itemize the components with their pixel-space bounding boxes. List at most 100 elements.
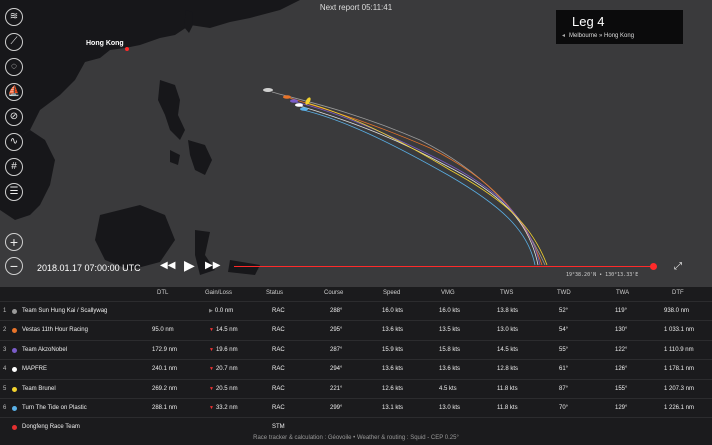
cell-tws: 11.8 kts bbox=[497, 385, 518, 392]
team-name[interactable]: MAPFRE bbox=[22, 366, 47, 372]
map-toolbar: ≋ ⟋ ◌ ⛵ ⊘ ∿ # ☰ bbox=[5, 8, 25, 208]
team-name[interactable]: Team AkzoNobel bbox=[22, 347, 67, 353]
cell-vmg: 13.0 kts bbox=[439, 405, 461, 411]
fullscreen-icon[interactable]: ⤢ bbox=[674, 261, 684, 272]
rank-number: 2 bbox=[3, 327, 7, 334]
triangle-down-icon: ▼ bbox=[209, 385, 214, 392]
boat-icon[interactable]: ⛵ bbox=[5, 83, 23, 101]
cell-vmg: 15.8 kts bbox=[439, 346, 461, 353]
col-course[interactable]: Course bbox=[324, 290, 343, 296]
table-row[interactable]: 6 Turn The Tide on Plastic ▼ 33.2 nm 288.1 n… bbox=[0, 398, 712, 418]
route-icon[interactable]: ⟋ bbox=[5, 33, 23, 51]
cell-speed: 15.9 kts bbox=[382, 346, 404, 353]
rank-number: 3 bbox=[3, 346, 7, 353]
col-gain-loss[interactable]: Gain/Loss bbox=[205, 290, 232, 296]
gain-loss-value: 20.7 nm bbox=[215, 366, 238, 373]
ranking-table: DTL Gain/Loss Status Course Speed VMG TW… bbox=[0, 287, 712, 445]
col-vmg[interactable]: VMG bbox=[441, 290, 455, 296]
col-dtf[interactable]: DTF bbox=[672, 290, 684, 296]
cell-twd: 70° bbox=[559, 405, 569, 411]
track-6 bbox=[302, 109, 536, 266]
triangle-down-icon: ▼ bbox=[209, 366, 214, 373]
col-dtl[interactable]: DTL bbox=[157, 290, 168, 296]
cell-status: RAC bbox=[272, 346, 285, 353]
cell-speed: 13.6 kts bbox=[382, 366, 404, 373]
cell-course: 221° bbox=[330, 385, 343, 392]
table-row[interactable]: 4 MAPFRE ▼ 20.7 nm 240.1 nm RAC 294° 13.6 kts 13… bbox=[0, 359, 712, 379]
zoom-in-button[interactable]: + bbox=[5, 233, 23, 251]
caret-left-icon[interactable]: ◂ bbox=[562, 33, 565, 39]
team-name[interactable]: Team Sun Hung Kai / Scallywag bbox=[22, 308, 107, 314]
measure-icon[interactable]: ◌ bbox=[5, 58, 23, 76]
team-color-dot bbox=[12, 309, 17, 314]
gain-loss-cell: ▶ 0.0 nm bbox=[209, 308, 233, 314]
layer-off-icon[interactable]: ⊘ bbox=[5, 108, 23, 126]
rank-number: 5 bbox=[3, 385, 7, 392]
cell-status: RAC bbox=[272, 385, 285, 392]
track-5 bbox=[306, 102, 548, 266]
gain-loss-value: 14.5 nm bbox=[215, 327, 238, 334]
col-tws[interactable]: TWS bbox=[500, 290, 513, 296]
cell-speed: 13.6 kts bbox=[382, 327, 404, 334]
cell-course: 295° bbox=[330, 327, 343, 334]
leg-route-label: Melbourne » Hong Kong bbox=[569, 33, 635, 39]
col-twa[interactable]: TWA bbox=[616, 290, 629, 296]
boat-vestas bbox=[283, 95, 291, 99]
cell-tws: 12.8 kts bbox=[497, 366, 519, 373]
table-row[interactable]: 3 Team AkzoNobel ▼ 19.6 nm 172.9 nm RAC 287° 15… bbox=[0, 339, 712, 360]
cell-speed: 12.6 kts bbox=[382, 385, 404, 392]
track-icon[interactable]: ∿ bbox=[5, 133, 23, 151]
cell-twd: 87° bbox=[559, 385, 569, 392]
team-color-dot bbox=[12, 386, 17, 392]
rewind-button[interactable]: ◀◀ bbox=[160, 260, 175, 271]
table-row[interactable]: 5 Team Brunel ▼ 20.5 nm 269.2 nm RAC 221° 12.6 … bbox=[0, 378, 712, 399]
track-2 bbox=[289, 97, 543, 266]
col-status[interactable]: Status bbox=[266, 290, 283, 296]
cell-course: 299° bbox=[330, 405, 343, 411]
cell-dtf: 1 033.1 nm bbox=[664, 327, 695, 334]
gain-loss-cell: ▼ 20.5 nm bbox=[209, 386, 238, 392]
grid-icon[interactable]: # bbox=[5, 158, 23, 176]
race-map[interactable]: Next report 05:11:41 Hong Kong Leg 4 ◂ Me… bbox=[0, 0, 712, 287]
cell-twa: 129° bbox=[615, 405, 628, 411]
triangle-down-icon: ▼ bbox=[209, 346, 214, 353]
gain-loss-cell: ▼ 33.2 nm bbox=[209, 405, 238, 411]
team-name[interactable]: Team Brunel bbox=[22, 386, 56, 392]
boat-scallywag bbox=[263, 88, 273, 92]
team-name[interactable]: Dongfeng Race Team bbox=[22, 424, 80, 430]
leg-panel[interactable]: Leg 4 ◂ Melbourne » Hong Kong bbox=[556, 10, 683, 44]
col-speed[interactable]: Speed bbox=[383, 290, 400, 296]
cell-speed: 16.0 kts bbox=[382, 308, 404, 314]
list-icon[interactable]: ☰ bbox=[5, 183, 23, 201]
leg-route[interactable]: ◂ Melbourne » Hong Kong bbox=[562, 32, 634, 39]
cell-status: RAC bbox=[272, 366, 285, 373]
play-button[interactable]: ▶ bbox=[184, 257, 195, 274]
gain-loss-cell: ▼ 19.6 nm bbox=[209, 347, 238, 353]
triangle-right-icon: ▶ bbox=[209, 308, 213, 314]
hong-kong-marker bbox=[125, 47, 129, 51]
cell-course: 288° bbox=[330, 308, 343, 314]
cell-tws: 11.8 kts bbox=[497, 405, 518, 411]
rank-number: 1 bbox=[3, 308, 7, 314]
cell-dtl: 269.2 nm bbox=[152, 385, 178, 392]
col-twd[interactable]: TWD bbox=[557, 290, 571, 296]
land-asia bbox=[0, 0, 300, 150]
table-row[interactable]: 2 Vestas 11th Hour Racing ▼ 14.5 nm 95.0 nm R… bbox=[0, 320, 712, 340]
cell-twa: 119° bbox=[615, 308, 627, 314]
table-row[interactable]: 1 Team Sun Hung Kai / Scallywag ▶ 0.0 nm RAC… bbox=[0, 301, 712, 321]
hong-kong-label: Hong Kong bbox=[86, 40, 124, 47]
team-name[interactable]: Vestas 11th Hour Racing bbox=[22, 327, 88, 333]
cell-vmg: 13.5 kts bbox=[439, 327, 461, 334]
cell-twa: 155° bbox=[615, 385, 628, 392]
cell-course: 294° bbox=[330, 366, 343, 373]
team-name[interactable]: Turn The Tide on Plastic bbox=[22, 405, 87, 411]
timeline-track[interactable] bbox=[234, 266, 654, 267]
cell-twa: 122° bbox=[615, 346, 628, 353]
gain-loss-cell: ▼ 20.7 nm bbox=[209, 366, 238, 372]
wind-icon[interactable]: ≋ bbox=[5, 8, 23, 26]
footer-credits: Race tracker & calculation : Géovoile • … bbox=[253, 435, 459, 441]
track-1 bbox=[271, 91, 546, 266]
forward-button[interactable]: ▶▶ bbox=[205, 260, 220, 271]
cell-dtf: 938.0 nm bbox=[664, 308, 690, 314]
timeline-handle[interactable] bbox=[650, 263, 657, 270]
